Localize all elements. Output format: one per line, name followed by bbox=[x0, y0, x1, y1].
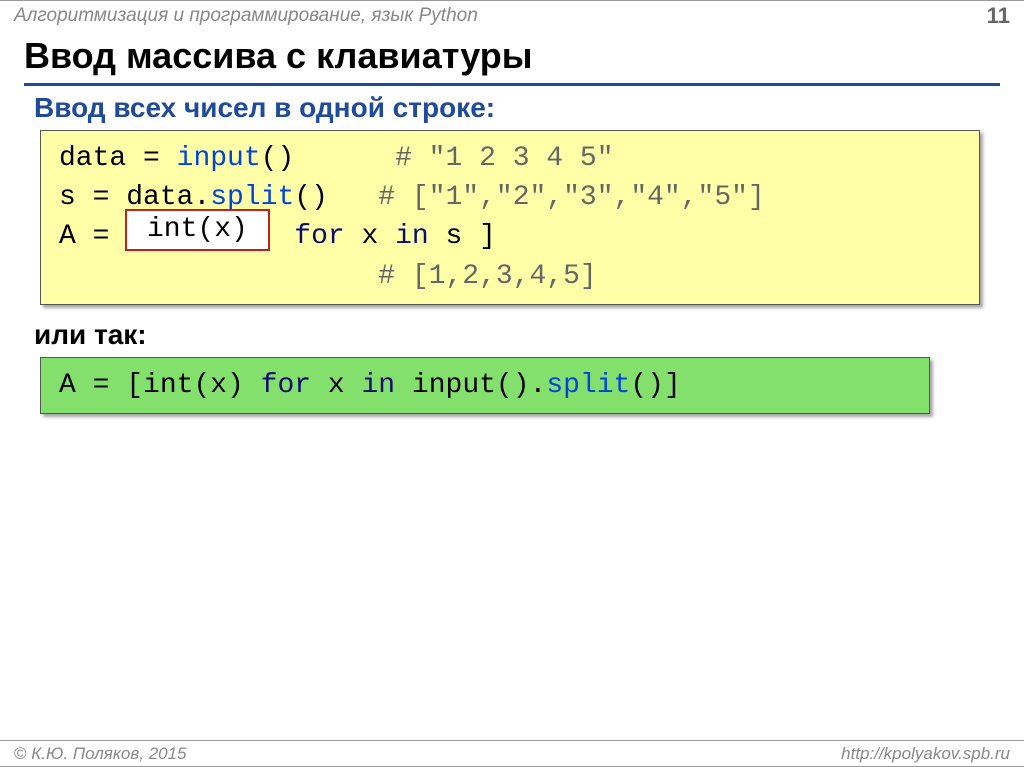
code-box-1: data = input() # "1 2 3 4 5" s = data.sp… bbox=[40, 130, 980, 305]
code-box-2: A = [int(x) for x in input().split()] bbox=[40, 357, 930, 414]
footer-copyright: © К.Ю. Поляков, 2015 bbox=[14, 744, 187, 764]
code-t: [int(x) bbox=[126, 370, 260, 401]
code-kw: for bbox=[261, 370, 311, 401]
code-func: input bbox=[177, 143, 261, 174]
code-t: () bbox=[261, 143, 395, 174]
code-t: A bbox=[59, 370, 76, 401]
code-t: input(). bbox=[395, 370, 546, 401]
highlight-text: int(x) bbox=[147, 214, 248, 245]
highlight-intx: int(x) bbox=[125, 209, 270, 251]
page-number: 11 bbox=[987, 3, 1010, 29]
content-area: Ввод всех чисел в одной строке: data = i… bbox=[0, 86, 1024, 414]
code-t: ()] bbox=[630, 370, 680, 401]
code-t: = bbox=[76, 370, 126, 401]
code-comment: # "1 2 3 4 5" bbox=[395, 143, 613, 174]
subheading-1: Ввод всех чисел в одной строке: bbox=[34, 92, 990, 124]
footer-url: http://kpolyakov.spb.ru bbox=[841, 744, 1010, 764]
subheading-2: или так: bbox=[34, 319, 990, 351]
code-t: s bbox=[59, 182, 76, 213]
code-t: = bbox=[76, 221, 126, 252]
header-bar: Алгоритмизация и программирование, язык … bbox=[0, 1, 1024, 31]
code-comment: # [1,2,3,4,5] bbox=[378, 261, 596, 292]
title-row: Ввод массива с клавиатуры bbox=[0, 35, 1024, 86]
code-kw: for bbox=[294, 221, 344, 252]
code-t: data bbox=[59, 143, 126, 174]
code-kw: in bbox=[362, 370, 396, 401]
code-sp bbox=[59, 261, 378, 292]
code-t: = bbox=[126, 143, 176, 174]
copyright-icon: © bbox=[14, 744, 27, 763]
course-title: Алгоритмизация и программирование, язык … bbox=[14, 5, 478, 27]
slide: Алгоритмизация и программирование, язык … bbox=[0, 0, 1024, 767]
code-t: () bbox=[294, 182, 378, 213]
code-func: split bbox=[546, 370, 630, 401]
slide-title: Ввод массива с клавиатуры bbox=[24, 35, 1000, 77]
code-comment: # ["1","2","3","4","5"] bbox=[378, 182, 764, 213]
code-t: A bbox=[59, 221, 76, 252]
code-t: x bbox=[345, 221, 395, 252]
code-t: x bbox=[311, 370, 361, 401]
code-kw: in bbox=[395, 221, 429, 252]
footer-author: К.Ю. Поляков, 2015 bbox=[27, 744, 187, 763]
code-t: s ] bbox=[429, 221, 496, 252]
footer: © К.Ю. Поляков, 2015 http://kpolyakov.sp… bbox=[0, 740, 1024, 766]
code-t: = bbox=[76, 182, 126, 213]
